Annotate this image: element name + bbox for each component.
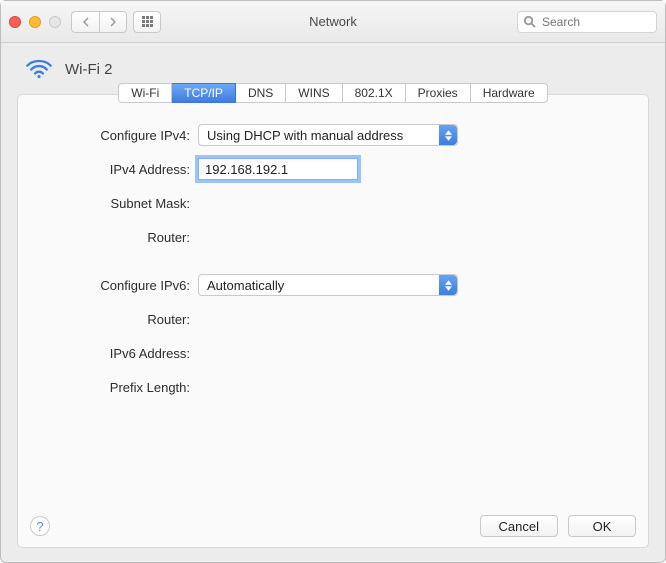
cancel-button[interactable]: Cancel xyxy=(480,515,558,537)
label-ipv4-address: IPv4 Address: xyxy=(48,162,198,177)
titlebar: Network xyxy=(1,1,665,43)
tab-8021x[interactable]: 802.1X xyxy=(343,83,406,103)
panel-footer: ? Cancel OK xyxy=(30,515,636,537)
label-router-v6: Router: xyxy=(48,312,198,327)
show-all-button[interactable] xyxy=(133,11,161,33)
traffic-lights xyxy=(9,16,61,28)
tab-hardware[interactable]: Hardware xyxy=(471,83,548,103)
help-button[interactable]: ? xyxy=(30,516,50,536)
minimize-window-icon[interactable] xyxy=(29,16,41,28)
content: Wi-Fi 2 Wi-Fi TCP/IP DNS WINS 802.1X Pro… xyxy=(1,43,665,562)
search-input[interactable] xyxy=(517,11,657,33)
ipv4-address-input[interactable] xyxy=(198,158,358,180)
tab-wins[interactable]: WINS xyxy=(286,83,342,103)
back-button[interactable] xyxy=(71,11,99,33)
label-router-v4: Router: xyxy=(48,230,198,245)
preferences-window: Network Wi-Fi 2 Wi-Fi xyxy=(0,0,666,563)
tab-proxies[interactable]: Proxies xyxy=(406,83,471,103)
tab-bar: Wi-Fi TCP/IP DNS WINS 802.1X Proxies Har… xyxy=(18,93,648,103)
tab-wifi[interactable]: Wi-Fi xyxy=(118,83,172,103)
select-stepper-icon xyxy=(439,125,457,145)
interface-name: Wi-Fi 2 xyxy=(65,61,113,78)
nav-back-forward xyxy=(71,11,127,33)
select-stepper-icon xyxy=(439,275,457,295)
label-subnet-mask: Subnet Mask: xyxy=(48,196,198,211)
chevron-right-icon xyxy=(109,17,117,27)
settings-panel: Wi-Fi TCP/IP DNS WINS 802.1X Proxies Har… xyxy=(17,94,649,548)
grid-icon xyxy=(142,16,153,27)
configure-ipv6-select[interactable]: Automatically xyxy=(198,274,458,296)
tcpip-form: Configure IPv4: Using DHCP with manual a… xyxy=(18,105,648,419)
forward-button[interactable] xyxy=(99,11,127,33)
close-window-icon[interactable] xyxy=(9,16,21,28)
configure-ipv6-value: Automatically xyxy=(207,278,284,293)
label-configure-ipv6: Configure IPv6: xyxy=(48,278,198,293)
configure-ipv4-select[interactable]: Using DHCP with manual address xyxy=(198,124,458,146)
ok-button[interactable]: OK xyxy=(568,515,636,537)
label-ipv6-address: IPv6 Address: xyxy=(48,346,198,361)
chevron-left-icon xyxy=(82,17,90,27)
wifi-icon xyxy=(25,57,53,82)
search-icon xyxy=(523,15,536,28)
configure-ipv4-value: Using DHCP with manual address xyxy=(207,128,403,143)
interface-header: Wi-Fi 2 xyxy=(17,57,649,82)
label-prefix-length: Prefix Length: xyxy=(48,380,198,395)
label-configure-ipv4: Configure IPv4: xyxy=(48,128,198,143)
tab-dns[interactable]: DNS xyxy=(236,83,286,103)
search-wrap xyxy=(517,11,657,33)
zoom-window-icon xyxy=(49,16,61,28)
tab-tcpip[interactable]: TCP/IP xyxy=(172,83,236,103)
